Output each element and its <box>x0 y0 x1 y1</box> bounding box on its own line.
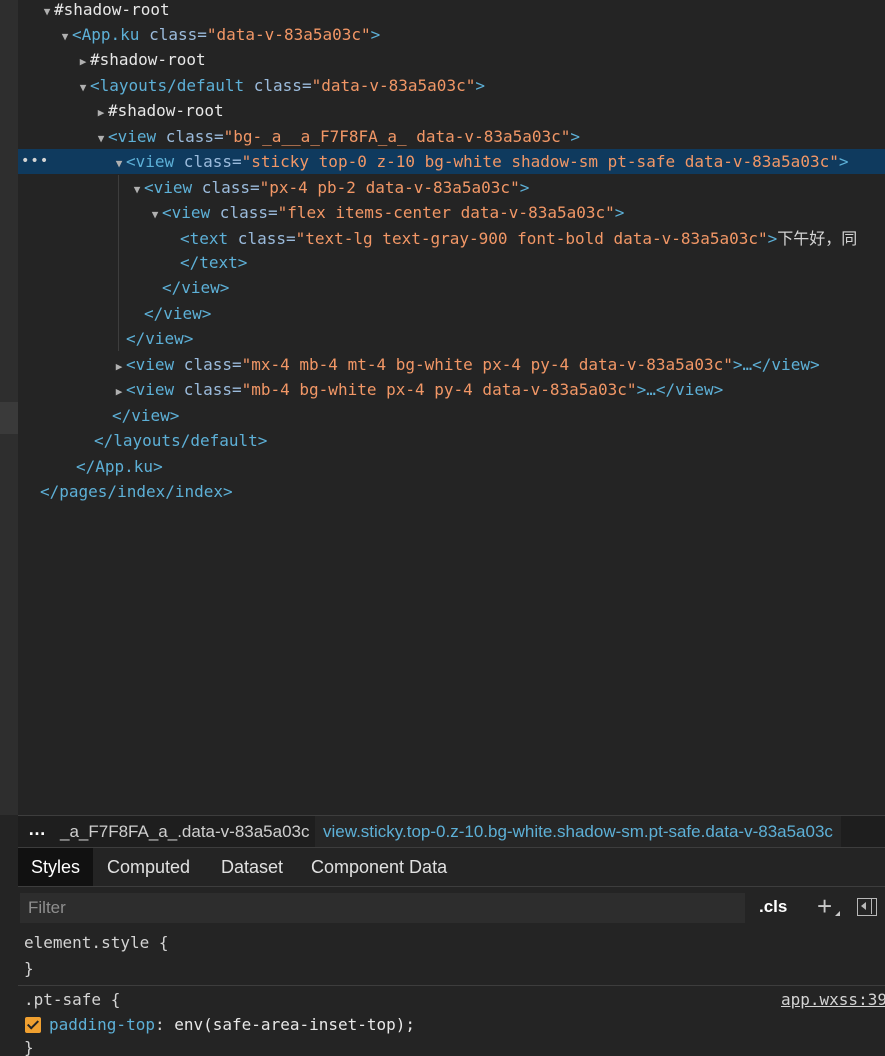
tab-dataset[interactable]: Dataset <box>221 848 283 886</box>
tree-node[interactable]: ▶ <view class="mb-4 bg-white px-4 py-4 da… <box>18 377 885 402</box>
tree-node[interactable]: ▼ <view class="bg-_a__a_F7F8FA_a_ data-v-… <box>18 124 885 149</box>
tree-node[interactable]: ▶ #shadow-root <box>18 47 885 72</box>
expand-triangle-icon[interactable]: ▼ <box>40 0 54 24</box>
rule-selector[interactable]: .pt-safe { <box>24 987 120 1012</box>
gutter-marker <box>0 402 18 434</box>
expand-triangle-icon[interactable]: ▼ <box>112 151 126 176</box>
expand-triangle-icon[interactable]: ▼ <box>130 177 144 202</box>
tab-styles[interactable]: Styles <box>18 848 93 886</box>
tree-node[interactable]: </view> <box>18 301 885 326</box>
tree-node[interactable]: ▼ <App.ku class="data-v-83a5a03c"> <box>18 22 885 47</box>
styles-pane: element.style { } .pt-safe { app.wxss:39… <box>18 929 885 1056</box>
tree-node[interactable]: ▼ <view class="flex items-center data-v-8… <box>18 200 885 225</box>
collapse-triangle-icon[interactable]: ▶ <box>112 354 126 379</box>
tab-component-data[interactable]: Component Data <box>311 848 447 886</box>
tab-computed[interactable]: Computed <box>107 848 190 886</box>
expand-triangle-icon[interactable]: ▼ <box>94 126 108 151</box>
tree-node[interactable]: ▶ #shadow-root <box>18 98 885 123</box>
tree-node-selected[interactable]: ••• ▼ <view class="sticky top-0 z-10 bg-wh… <box>18 149 885 174</box>
node-actions-button[interactable]: ••• <box>21 149 49 174</box>
new-rule-plus-icon[interactable]: + <box>817 891 832 921</box>
tree-node[interactable]: ▼ <view class="px-4 pb-2 data-v-83a5a03c"… <box>18 175 885 200</box>
tree-node[interactable]: <text class="text-lg text-gray-900 font-… <box>18 226 885 251</box>
property-value[interactable]: env(safe-area-inset-top); <box>174 1015 415 1034</box>
expand-triangle-icon[interactable]: ▼ <box>58 24 72 49</box>
sidebar-tabs: Styles Computed Dataset Component Data <box>18 848 885 887</box>
tree-node[interactable]: ▶ <view class="mx-4 mb-4 mt-4 bg-white px… <box>18 352 885 377</box>
rule-close: } <box>24 1038 34 1056</box>
tree-node[interactable]: </pages/index/index> <box>18 479 885 504</box>
new-rule-menu-corner-icon[interactable] <box>835 911 840 916</box>
style-property[interactable]: padding-top: env(safe-area-inset-top); <box>25 1012 415 1037</box>
tree-node[interactable]: </text> <box>18 250 885 275</box>
tree-node[interactable]: ▼ <layouts/default class="data-v-83a5a03c… <box>18 73 885 98</box>
rule-selector[interactable]: element.style { <box>24 930 169 955</box>
cls-button[interactable]: .cls <box>759 897 787 917</box>
breadcrumb-item[interactable]: _a_F7F8FA_a_.data-v-83a5a03c <box>60 816 310 847</box>
filter-bar: .cls + <box>18 889 885 927</box>
stylesheet-source-link[interactable]: app.wxss:39 <box>781 987 885 1012</box>
expand-triangle-icon[interactable]: ▼ <box>148 202 162 227</box>
collapse-triangle-icon[interactable]: ▶ <box>112 379 126 404</box>
property-checkbox[interactable] <box>25 1017 41 1033</box>
filter-input[interactable] <box>20 893 745 923</box>
tree-node[interactable]: ▼ #shadow-root <box>18 0 885 22</box>
elements-tree[interactable]: ▼ #shadow-root ▼ <App.ku class="data-v-83a… <box>18 0 885 815</box>
rule-close: } <box>24 959 34 978</box>
breadcrumb: … _a_F7F8FA_a_.data-v-83a5a03c view.stic… <box>18 815 885 848</box>
property-name[interactable]: padding-top <box>49 1015 155 1034</box>
tree-node[interactable]: </view> <box>18 275 885 300</box>
tree-node[interactable]: </layouts/default> <box>18 428 885 453</box>
collapse-triangle-icon[interactable]: ▶ <box>94 100 108 125</box>
tree-node[interactable]: </App.ku> <box>18 454 885 479</box>
toggle-sidebar-icon[interactable] <box>857 898 877 916</box>
breadcrumb-item-current[interactable]: view.sticky.top-0.z-10.bg-white.shadow-s… <box>315 816 841 847</box>
collapse-triangle-icon[interactable]: ▶ <box>76 49 90 74</box>
breadcrumb-more-button[interactable]: … <box>28 816 46 845</box>
tree-node[interactable]: </view> <box>18 326 885 351</box>
rule-divider <box>18 985 885 986</box>
expand-triangle-icon[interactable]: ▼ <box>76 75 90 100</box>
devtools-panel: ▼ #shadow-root ▼ <App.ku class="data-v-83a… <box>0 0 885 1056</box>
tree-node[interactable]: </view> <box>18 403 885 428</box>
